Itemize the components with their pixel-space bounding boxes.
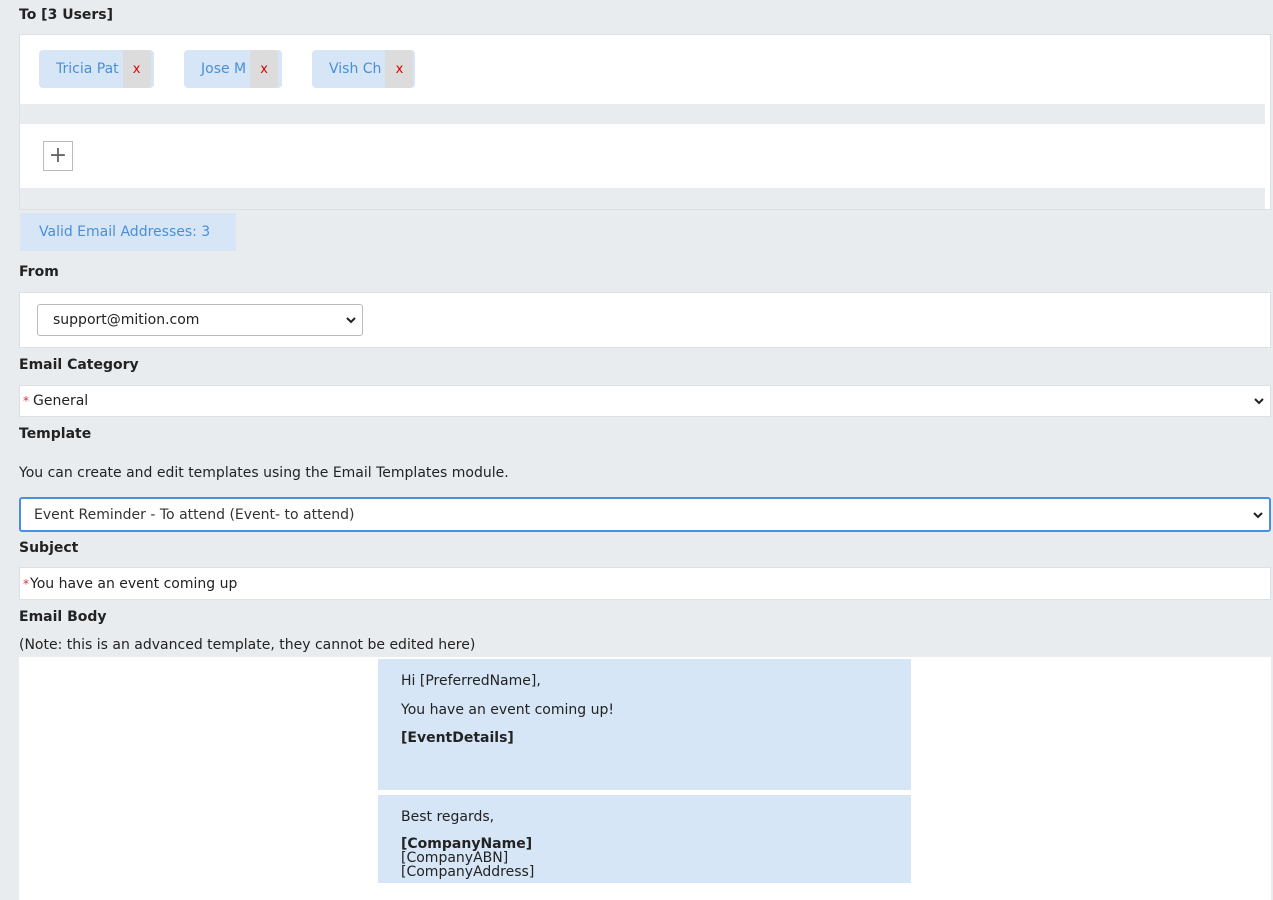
company-address-placeholder: [CompanyAddress] (401, 864, 535, 880)
template-select[interactable]: Event Reminder - To attend (Event- to at… (19, 497, 1271, 532)
template-label: Template (19, 426, 92, 442)
recipient-chip[interactable]: Jose M x (184, 50, 282, 88)
subject-label: Subject (19, 540, 79, 556)
email-category-value-wrap: * General (23, 393, 88, 409)
remove-recipient-button[interactable]: x (122, 50, 151, 88)
email-category-value: General (33, 393, 89, 409)
email-category-select[interactable]: * General (19, 385, 1271, 417)
greeting-text: Hi [PreferredName], (401, 673, 541, 689)
recipient-name: Jose M (201, 61, 247, 77)
template-select-value: Event Reminder - To attend (Event- to at… (34, 506, 355, 523)
chevron-down-icon (1254, 398, 1264, 405)
email-body-note: (Note: this is an advanced template, the… (19, 637, 476, 653)
from-select[interactable]: support@mition.com (37, 304, 363, 336)
subject-value: You have an event coming up (30, 575, 238, 592)
recipient-chip[interactable]: Tricia Pat x (39, 50, 154, 88)
email-content-block: Hi [PreferredName], You have an event co… (378, 659, 911, 790)
template-help-text: You can create and edit templates using … (19, 465, 509, 481)
recipient-chip[interactable]: Vish Ch x (312, 50, 415, 88)
required-marker: * (23, 394, 29, 408)
divider (20, 188, 1265, 209)
from-select-value: support@mition.com (53, 312, 200, 328)
body-line: You have an event coming up! (401, 702, 614, 718)
closing-text: Best regards, (401, 809, 495, 825)
email-category-label: Email Category (19, 357, 139, 373)
company-abn-placeholder: [CompanyABN] (401, 850, 509, 866)
recipient-name: Vish Ch (329, 61, 382, 77)
subject-input[interactable]: * You have an event coming up (19, 567, 1271, 600)
recipient-name: Tricia Pat (56, 61, 119, 77)
add-recipient-button[interactable]: + (43, 141, 73, 171)
chevron-down-icon (1253, 511, 1263, 518)
valid-email-count-badge: Valid Email Addresses: 3 (20, 213, 236, 251)
email-signature-block: Best regards, [CompanyName] [CompanyABN]… (378, 795, 911, 883)
chevron-down-icon (346, 317, 356, 324)
event-details-placeholder: [EventDetails] (401, 730, 514, 746)
from-label: From (19, 264, 59, 280)
divider (20, 104, 1265, 124)
remove-recipient-button[interactable]: x (385, 50, 414, 88)
required-marker: * (23, 576, 29, 591)
remove-recipient-button[interactable]: x (250, 50, 279, 88)
to-label: To [3 Users] (19, 7, 114, 23)
email-body-label: Email Body (19, 609, 107, 625)
